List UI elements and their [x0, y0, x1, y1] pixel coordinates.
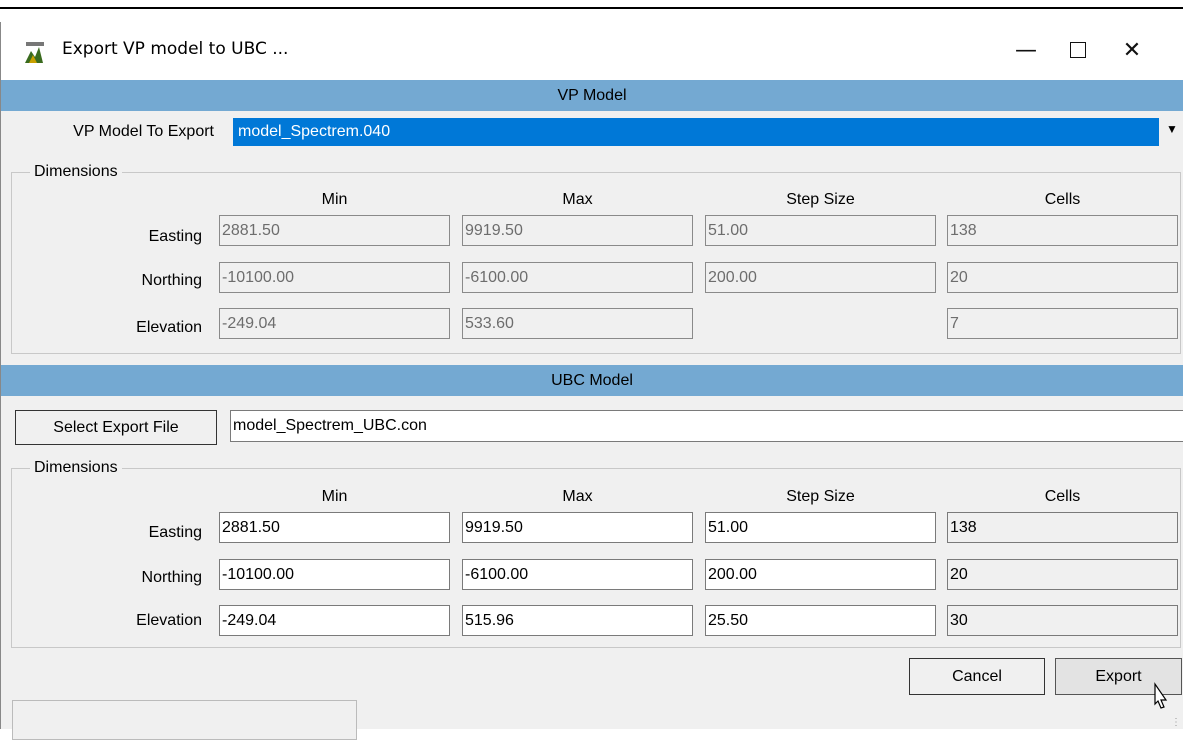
ubc-elevation-max[interactable]: 515.96 — [462, 605, 693, 636]
ubc-col-max: Max — [562, 488, 593, 505]
ubc-northing-max[interactable]: -6100.00 — [462, 559, 693, 590]
vp-col-min: Min — [321, 191, 348, 208]
ubc-col-step: Step Size — [786, 488, 855, 505]
resize-grip-icon[interactable]: ⋮ — [1171, 717, 1181, 728]
vp-easting-max: 9919.50 — [462, 215, 693, 246]
vp-elevation-cells: 7 — [947, 308, 1178, 339]
vp-model-header: VP Model — [1, 80, 1183, 111]
vp-col-max: Max — [562, 191, 593, 208]
vp-col-step: Step Size — [786, 191, 855, 208]
vp-northing-label: Northing — [141, 272, 202, 289]
maximize-icon — [1070, 42, 1086, 58]
vp-northing-step: 200.00 — [705, 262, 936, 293]
status-bar — [12, 700, 357, 740]
ubc-col-min: Min — [321, 488, 348, 505]
vp-northing-min: -10100.00 — [219, 262, 450, 293]
maximize-button[interactable] — [1055, 32, 1101, 68]
ubc-elevation-min[interactable]: -249.04 — [219, 605, 450, 636]
vp-model-value: model_Spectrem.040 — [238, 123, 391, 140]
vp-elevation-label: Elevation — [136, 319, 202, 336]
vp-easting-label: Easting — [148, 228, 202, 245]
vp-northing-cells: 20 — [947, 262, 1178, 293]
ubc-easting-step[interactable]: 51.00 — [705, 512, 936, 543]
ubc-northing-label: Northing — [141, 569, 202, 586]
cancel-button[interactable]: Cancel — [909, 658, 1045, 695]
vp-easting-step: 51.00 — [705, 215, 936, 246]
ubc-easting-min[interactable]: 2881.50 — [219, 512, 450, 543]
vp-northing-max: -6100.00 — [462, 262, 693, 293]
ubc-elevation-step[interactable]: 25.50 — [705, 605, 936, 636]
ubc-elevation-cells: 30 — [947, 605, 1178, 636]
ubc-northing-cells: 20 — [947, 559, 1178, 590]
ubc-model-header: UBC Model — [1, 365, 1183, 396]
top-rule — [0, 7, 1183, 9]
title-bar: Export VP model to UBC ... — ✕ — [1, 22, 1183, 80]
export-file-input[interactable]: model_Spectrem_UBC.con — [230, 410, 1183, 442]
vp-dimensions-label: Dimensions — [30, 163, 122, 181]
ubc-easting-max[interactable]: 9919.50 — [462, 512, 693, 543]
ubc-easting-cells: 138 — [947, 512, 1178, 543]
export-dialog: Export VP model to UBC ... — ✕ VP Model … — [0, 22, 1183, 740]
vp-easting-min: 2881.50 — [219, 215, 450, 246]
ubc-col-cells: Cells — [1044, 488, 1081, 505]
ubc-dimensions-label: Dimensions — [30, 459, 122, 477]
mouse-cursor-icon — [1154, 682, 1168, 709]
ubc-northing-step[interactable]: 200.00 — [705, 559, 936, 590]
vp-elevation-max: 533.60 — [462, 308, 693, 339]
ubc-easting-label: Easting — [148, 524, 202, 541]
window-title: Export VP model to UBC ... — [62, 39, 289, 59]
select-export-file-button[interactable]: Select Export File — [15, 410, 217, 445]
vp-col-cells: Cells — [1044, 191, 1081, 208]
vp-model-select[interactable]: model_Spectrem.040 — [233, 118, 1159, 146]
ubc-northing-min[interactable]: -10100.00 — [219, 559, 450, 590]
vp-model-label: VP Model To Export — [73, 123, 214, 140]
ubc-elevation-label: Elevation — [136, 612, 202, 629]
close-button[interactable]: ✕ — [1109, 32, 1155, 68]
chevron-down-icon[interactable]: ▼ — [1166, 122, 1178, 136]
app-logo-icon — [25, 42, 44, 63]
vp-elevation-min: -249.04 — [219, 308, 450, 339]
close-icon: ✕ — [1122, 37, 1142, 63]
minimize-icon: — — [1015, 37, 1037, 63]
minimize-button[interactable]: — — [1003, 32, 1049, 68]
vp-easting-cells: 138 — [947, 215, 1178, 246]
